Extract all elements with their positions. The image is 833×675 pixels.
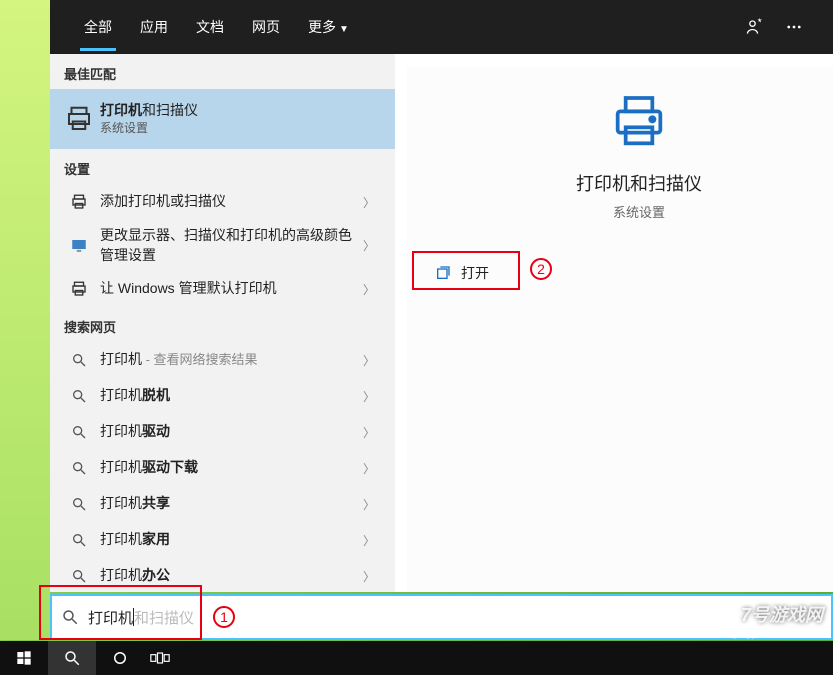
feedback-icon[interactable] <box>735 11 775 43</box>
tab-apps[interactable]: 应用 <box>126 9 182 45</box>
printer-icon <box>64 193 94 211</box>
web-item-0[interactable]: 打印机 - 查看网络搜索结果 〉 <box>50 342 395 378</box>
tab-more[interactable]: 更多▼ <box>294 9 363 45</box>
chevron-right-icon: 〉 <box>357 352 381 369</box>
tab-documents[interactable]: 文档 <box>182 9 238 45</box>
chevron-right-icon: 〉 <box>357 460 381 477</box>
chevron-right-icon: 〉 <box>357 237 381 254</box>
task-view-button[interactable] <box>144 641 176 675</box>
start-button[interactable] <box>0 641 48 675</box>
preview-title: 打印机和扫描仪 <box>576 170 702 196</box>
open-button[interactable]: 打开 <box>423 255 521 291</box>
taskbar <box>0 641 833 675</box>
search-icon <box>64 424 94 440</box>
web-item-4[interactable]: 打印机共享 〉 <box>50 486 395 522</box>
chevron-down-icon: ▼ <box>339 24 349 35</box>
search-tabs: 全部 应用 文档 网页 更多▼ <box>50 0 833 54</box>
chevron-right-icon: 〉 <box>357 281 381 298</box>
open-icon <box>435 265 451 281</box>
web-item-6[interactable]: 打印机办公 〉 <box>50 558 395 592</box>
search-icon <box>64 352 94 368</box>
desktop-background <box>0 0 50 640</box>
chevron-right-icon: 〉 <box>357 424 381 441</box>
settings-item-color-management[interactable]: 更改显示器、扫描仪和打印机的高级颜色管理设置 〉 <box>50 220 395 271</box>
settings-item-default-printer[interactable]: 让 Windows 管理默认打印机 〉 <box>50 271 395 307</box>
search-input[interactable]: 打印机和扫描仪 <box>88 607 831 628</box>
search-icon <box>64 568 94 584</box>
chevron-right-icon: 〉 <box>357 568 381 585</box>
results-left-panel: 最佳匹配 打印机和扫描仪 系统设置 设置 添加打印机或扫描仪 〉 更改显示器、扫… <box>50 54 395 592</box>
section-best-match: 最佳匹配 <box>50 54 395 89</box>
search-icon <box>64 460 94 476</box>
web-item-2[interactable]: 打印机驱动 〉 <box>50 414 395 450</box>
web-item-5[interactable]: 打印机家用 〉 <box>50 522 395 558</box>
section-search-web: 搜索网页 <box>50 307 395 342</box>
chevron-right-icon: 〉 <box>357 388 381 405</box>
chevron-right-icon: 〉 <box>357 496 381 513</box>
best-match-text: 打印机和扫描仪 系统设置 <box>94 101 381 137</box>
results-preview-panel: 打印机和扫描仪 系统设置 打开 <box>407 66 833 592</box>
settings-item-add-printer[interactable]: 添加打印机或扫描仪 〉 <box>50 184 395 220</box>
chevron-right-icon: 〉 <box>357 532 381 549</box>
search-icon <box>64 532 94 548</box>
printer-icon <box>607 90 671 154</box>
search-icon <box>64 388 94 404</box>
chevron-right-icon: 〉 <box>357 194 381 211</box>
section-settings: 设置 <box>50 149 395 184</box>
search-icon <box>64 496 94 512</box>
more-options-icon[interactable] <box>775 12 813 42</box>
web-item-1[interactable]: 打印机脱机 〉 <box>50 378 395 414</box>
preview-subtitle: 系统设置 <box>613 202 665 221</box>
printer-icon <box>64 280 94 298</box>
printer-icon <box>64 104 94 134</box>
search-box[interactable]: 打印机和扫描仪 <box>50 594 833 640</box>
cortana-button[interactable] <box>96 641 144 675</box>
taskbar-search-button[interactable] <box>48 641 96 675</box>
monitor-icon <box>64 237 94 255</box>
tab-all[interactable]: 全部 <box>70 9 126 45</box>
tab-web[interactable]: 网页 <box>238 9 294 45</box>
web-item-3[interactable]: 打印机驱动下载 〉 <box>50 450 395 486</box>
search-flyout: 全部 应用 文档 网页 更多▼ 最佳匹配 打印机和扫描仪 系统设置 设置 添加打… <box>50 0 833 592</box>
best-match-item[interactable]: 打印机和扫描仪 系统设置 <box>50 89 395 149</box>
search-icon <box>52 608 88 626</box>
